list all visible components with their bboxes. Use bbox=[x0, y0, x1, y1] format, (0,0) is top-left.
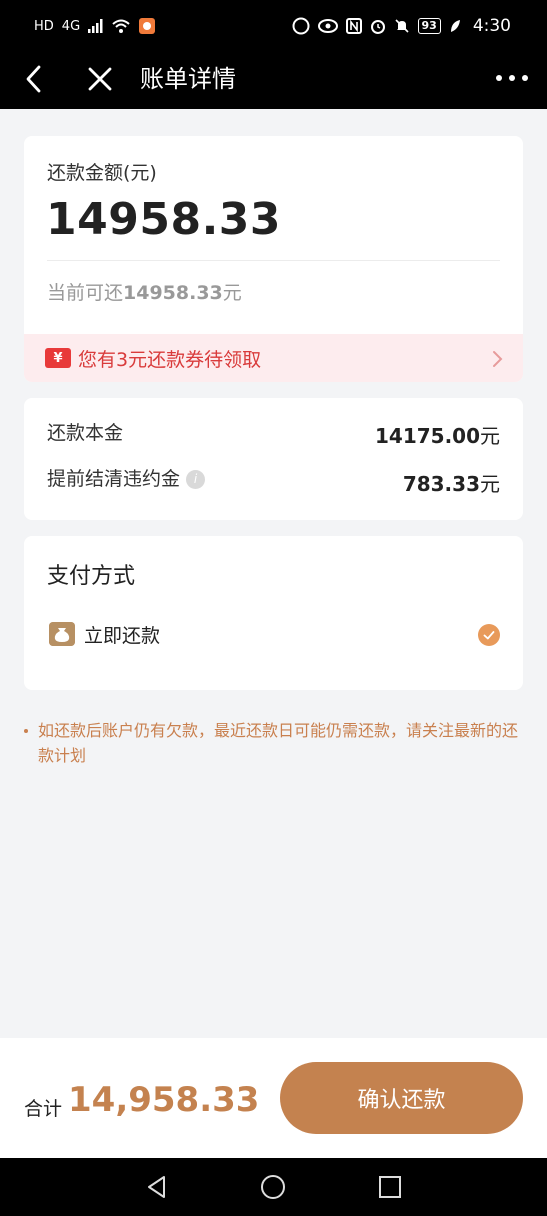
wifi-icon bbox=[112, 19, 130, 33]
principal-unit: 元 bbox=[480, 424, 500, 448]
confirm-repay-button[interactable]: 确认还款 bbox=[280, 1062, 523, 1134]
penalty-value: 783.33元 bbox=[403, 468, 500, 497]
hd-badge: HD bbox=[34, 18, 54, 34]
breakdown-card: 还款本金 14175.00元 提前结清违约金 i 783.33元 bbox=[24, 398, 523, 520]
page-title: 账单详情 bbox=[140, 65, 236, 93]
penalty-label: 提前结清违约金 bbox=[47, 468, 181, 490]
charging-leaf-icon bbox=[450, 20, 460, 32]
principal-value: 14175.00元 bbox=[375, 420, 500, 449]
amount-card: 还款金额(元) 14958.33 当前可还14958.33元 ¥ 您有3元还款券… bbox=[24, 136, 523, 382]
divider bbox=[47, 260, 500, 261]
chevron-right-icon bbox=[493, 351, 503, 367]
call-hd-icon bbox=[292, 17, 309, 35]
status-right: 93 4:30 bbox=[292, 16, 511, 36]
signal-icon bbox=[88, 19, 103, 33]
amount-label: 还款金额(元) bbox=[47, 162, 157, 184]
nav-recents-icon[interactable] bbox=[377, 1174, 403, 1200]
status-bar: HD 4G 93 4:30 bbox=[0, 0, 547, 52]
system-nav-bar bbox=[0, 1158, 547, 1216]
check-circle-icon[interactable] bbox=[478, 624, 500, 646]
close-icon[interactable] bbox=[86, 64, 114, 94]
coupon-icon: ¥ bbox=[45, 348, 71, 368]
money-bag-icon bbox=[49, 622, 75, 646]
current-prefix: 当前可还 bbox=[47, 282, 124, 304]
status-time: 4:30 bbox=[472, 16, 511, 36]
nfc-icon bbox=[345, 18, 362, 34]
amount-value: 14958.33 bbox=[46, 194, 282, 245]
battery-icon: 93 bbox=[417, 18, 441, 34]
coupon-banner[interactable]: ¥ 您有3元还款券待领取 bbox=[24, 334, 523, 382]
status-left: HD 4G bbox=[34, 17, 156, 35]
mute-icon bbox=[394, 19, 409, 33]
more-icon[interactable] bbox=[495, 66, 529, 90]
penalty-amount: 783.33 bbox=[402, 472, 480, 496]
penalty-label-row: 提前结清违约金 i bbox=[47, 464, 206, 491]
nav-back-icon[interactable] bbox=[144, 1174, 170, 1200]
bottom-bar: 合计 14,958.33 确认还款 bbox=[0, 1038, 547, 1158]
coupon-text: 您有3元还款券待领取 bbox=[78, 349, 262, 371]
app-notification-icon bbox=[139, 18, 156, 34]
principal-amount: 14175.00 bbox=[374, 424, 480, 448]
eye-icon bbox=[317, 19, 338, 33]
penalty-unit: 元 bbox=[480, 472, 500, 496]
current-amount: 14958.33 bbox=[123, 282, 223, 304]
payment-title: 支付方式 bbox=[47, 564, 136, 589]
payment-option-label: 立即还款 bbox=[84, 625, 161, 647]
nav-bar: 账单详情 bbox=[0, 52, 547, 109]
total-value: 14,958.33 bbox=[68, 1080, 260, 1120]
current-payable: 当前可还14958.33元 bbox=[47, 278, 242, 305]
alarm-icon bbox=[370, 20, 385, 34]
back-arrow-icon[interactable] bbox=[22, 64, 46, 94]
nav-home-icon[interactable] bbox=[260, 1174, 286, 1200]
network-type: 4G bbox=[61, 18, 81, 34]
info-icon[interactable]: i bbox=[186, 470, 206, 489]
total-label: 合计 bbox=[24, 1098, 63, 1120]
principal-label: 还款本金 bbox=[47, 422, 124, 444]
current-suffix: 元 bbox=[222, 282, 242, 304]
repayment-notice: 如还款后账户仍有欠款，最近还款日可能仍需还款，请关注最新的还款计划 bbox=[24, 718, 519, 768]
payment-method-card: 支付方式 立即还款 bbox=[24, 536, 523, 690]
